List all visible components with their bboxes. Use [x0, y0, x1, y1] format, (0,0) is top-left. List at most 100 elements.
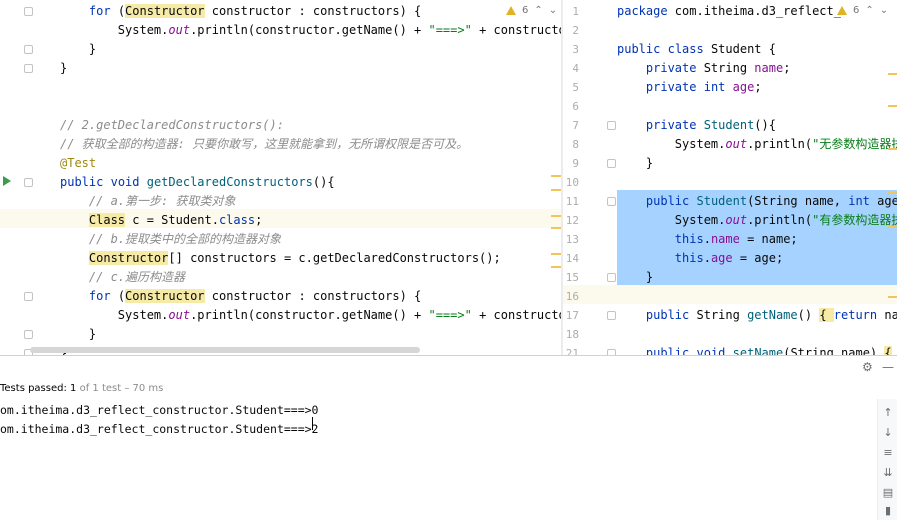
code-line[interactable]: }: [60, 59, 67, 78]
code-token: + constructor.g: [479, 308, 562, 322]
warning-stripe-marker[interactable]: [551, 175, 561, 177]
console-side-toolbar: ↑ ↓ ≡ ⇊ ▤ ▮: [877, 399, 897, 520]
code-line[interactable]: System.out.println("无参数构造器执行: [617, 135, 897, 154]
left-warning-count: 6: [522, 5, 529, 16]
code-token: class: [667, 42, 704, 56]
left-inspection-widget[interactable]: 6 ⌃ ⌄: [506, 5, 557, 16]
code-line[interactable]: this.age = age;: [617, 249, 783, 268]
fold-marker-icon[interactable]: [607, 159, 616, 168]
code-line[interactable]: for (Constructor constructor : construct…: [60, 2, 421, 21]
code-line[interactable]: public void setName(String name) { th: [617, 344, 897, 355]
code-line[interactable]: System.out.println(constructor.getName()…: [60, 306, 562, 325]
warning-stripe-marker[interactable]: [888, 148, 897, 150]
code-token: public: [645, 308, 690, 322]
horizontal-scrollbar[interactable]: [30, 347, 420, 353]
code-line[interactable]: System.out.println("有参数构造器执行: [617, 211, 897, 230]
code-token: {: [884, 346, 892, 355]
scroll-to-end-icon[interactable]: ⇊: [882, 467, 894, 479]
fold-marker-icon[interactable]: [24, 178, 33, 187]
code-line[interactable]: private Student(){: [617, 116, 776, 135]
chevron-down-icon[interactable]: ⌄: [549, 5, 557, 16]
code-line[interactable]: Constructor[] constructors = c.getDeclar…: [60, 249, 501, 268]
code-token: }: [60, 42, 97, 56]
tests-passed-label: Tests passed:: [0, 383, 71, 394]
fold-marker-icon[interactable]: [24, 330, 33, 339]
line-number: 16: [565, 290, 579, 303]
fold-marker-icon[interactable]: [607, 197, 616, 206]
warning-stripe-marker[interactable]: [888, 192, 897, 194]
line-number: 11: [565, 195, 579, 208]
code-line[interactable]: // a.第一步: 获取类对象: [60, 192, 236, 211]
code-line[interactable]: }: [617, 154, 653, 173]
code-line[interactable]: private String name;: [617, 59, 791, 78]
right-inspection-widget[interactable]: 6 ⌃ ⌄: [833, 5, 889, 16]
code-line[interactable]: for (Constructor constructor : construct…: [60, 287, 421, 306]
warning-stripe-marker[interactable]: [888, 226, 897, 228]
code-line[interactable]: }: [617, 268, 653, 287]
code-token: (): [797, 308, 820, 322]
code-line[interactable]: // 获取全部的构造器: 只要你敢写，这里就能拿到，无所谓权限是否可及。: [60, 135, 468, 154]
fold-marker-icon[interactable]: [607, 273, 616, 282]
code-line[interactable]: public class Student {: [617, 40, 776, 59]
code-line[interactable]: System.out.println(constructor.getName()…: [60, 21, 562, 40]
fold-marker-icon[interactable]: [24, 45, 33, 54]
code-line[interactable]: package com.itheima.d3_reflect_c: [617, 2, 848, 21]
code-line[interactable]: }: [60, 325, 96, 344]
soft-wrap-icon[interactable]: ≡: [882, 447, 894, 459]
warning-stripe-marker[interactable]: [888, 73, 897, 75]
fold-marker-icon[interactable]: [24, 7, 33, 16]
code-token: private: [645, 80, 697, 94]
code-token: + constructor.g: [479, 23, 562, 37]
code-token: // b.提取类中的全部的构造器对象: [88, 232, 282, 246]
trash-icon[interactable]: ▮: [882, 505, 894, 517]
right-editor[interactable]: 1 2 3 4 5 6 7 8 9 10 11 12 13 14 15 16 17 18 21 package co…: [563, 0, 897, 355]
arrow-down-icon[interactable]: ↓: [882, 427, 894, 439]
code-line[interactable]: public void getDeclaredConstructors(){: [60, 173, 335, 192]
chevron-down-icon[interactable]: ⌄: [880, 5, 888, 16]
code-line[interactable]: }: [60, 40, 96, 59]
code-line[interactable]: @Test: [60, 154, 96, 173]
code-line[interactable]: Class c = Student.class;: [60, 211, 262, 230]
code-token: void: [696, 346, 726, 355]
warning-stripe-marker[interactable]: [888, 105, 897, 107]
warning-stripe-marker[interactable]: [551, 266, 561, 268]
warning-stripe-marker[interactable]: [551, 215, 561, 217]
run-test-gutter-icon[interactable]: [3, 176, 11, 186]
chevron-up-icon[interactable]: ⌃: [534, 5, 542, 16]
fold-marker-icon[interactable]: [607, 121, 616, 130]
fold-marker-icon[interactable]: [607, 311, 616, 320]
code-line[interactable]: this.name = name;: [617, 230, 798, 249]
warning-stripe-marker[interactable]: [551, 189, 561, 191]
chevron-up-icon[interactable]: ⌃: [865, 5, 873, 16]
code-token: String: [689, 308, 748, 322]
warning-stripe-marker[interactable]: [551, 253, 561, 255]
warning-stripe-marker[interactable]: [551, 227, 561, 229]
fold-marker-icon[interactable]: [24, 64, 33, 73]
fold-marker-icon[interactable]: [24, 292, 33, 301]
code-token: (){: [754, 118, 776, 132]
gear-icon[interactable]: ⚙: [862, 360, 873, 374]
line-number: 2: [572, 24, 579, 37]
caret-line-highlight: [563, 285, 897, 304]
code-line[interactable]: // b.提取类中的全部的构造器对象: [60, 230, 281, 249]
code-token: out: [168, 308, 191, 322]
arrow-up-icon[interactable]: ↑: [882, 407, 894, 419]
code-line[interactable]: public String getName() { return name: [617, 306, 897, 325]
left-editor[interactable]: for (Constructor constructor : construct…: [0, 0, 562, 355]
warning-stripe-marker[interactable]: [888, 296, 897, 298]
code-line[interactable]: private int age;: [617, 78, 762, 97]
code-token: .println(: [747, 213, 813, 227]
minimize-icon[interactable]: —: [882, 360, 894, 374]
print-icon[interactable]: ▤: [882, 487, 894, 499]
code-token: .: [703, 251, 711, 265]
code-token: Student {: [703, 42, 776, 56]
line-number: 8: [572, 138, 579, 151]
code-line[interactable]: // c.遍历构造器: [60, 268, 185, 287]
code-line[interactable]: // 2.getDeclaredConstructors():: [60, 116, 284, 135]
console-output-line: om.itheima.d3_reflect_constructor.Studen…: [0, 422, 319, 436]
code-line[interactable]: public Student(String name, int age): [617, 192, 897, 211]
